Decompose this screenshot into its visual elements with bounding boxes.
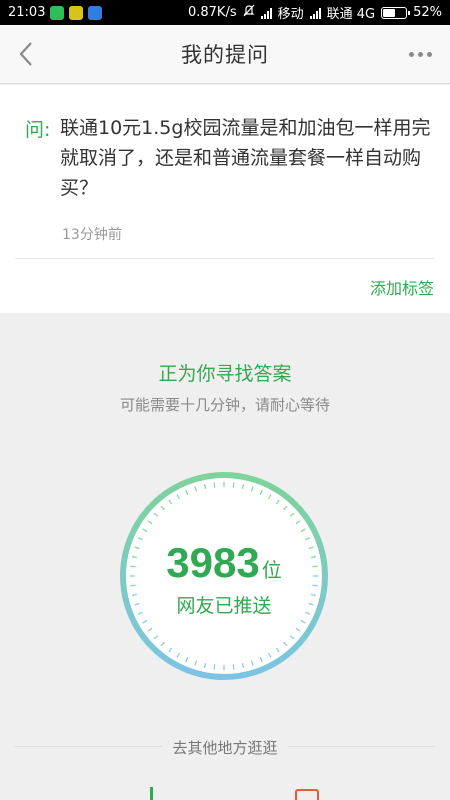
page-title: 我的提问 bbox=[181, 43, 269, 67]
chevron-left-icon bbox=[19, 42, 32, 66]
add-tag-link[interactable]: 添加标签 bbox=[370, 275, 434, 299]
elsewhere-section: 去其他地方逛逛 bbox=[0, 730, 450, 764]
carrier-2: 联通 4G bbox=[326, 7, 376, 22]
dial-tick bbox=[232, 664, 235, 670]
divider bbox=[15, 258, 435, 259]
dial-tick bbox=[232, 482, 235, 488]
app-green-icon bbox=[50, 5, 65, 20]
carrier-1: 移动 bbox=[277, 7, 304, 22]
push-caption: 网友已推送 bbox=[176, 595, 272, 617]
question-text: 联通10元1.5g校园流量是和加油包一样用完就取消了，还是和普通流量套餐一样自动… bbox=[60, 117, 431, 199]
mute-icon bbox=[243, 4, 255, 21]
question-time: 13分钟前 bbox=[62, 227, 122, 243]
push-count-unit: 位 bbox=[261, 558, 282, 582]
article-icon[interactable] bbox=[295, 789, 319, 800]
app-yellow-icon bbox=[69, 5, 84, 20]
divider-right bbox=[285, 746, 435, 747]
back-button[interactable] bbox=[6, 33, 46, 75]
question-prefix: 问: bbox=[25, 119, 51, 141]
elsewhere-label: 去其他地方逛逛 bbox=[162, 736, 288, 758]
signal-icon bbox=[260, 7, 272, 19]
question-card: 问: 联通10元1.5g校园流量是和加油包一样用完就取消了，还是和普通流量套餐一… bbox=[0, 85, 450, 313]
network-speed: 0.87K/s bbox=[187, 5, 237, 20]
battery-icon bbox=[381, 6, 411, 19]
explore-icon[interactable] bbox=[150, 787, 153, 800]
dial-tick bbox=[213, 482, 216, 488]
signal-icon-2 bbox=[309, 7, 321, 19]
more-button[interactable] bbox=[400, 33, 440, 75]
status-time: 21:03 bbox=[8, 5, 46, 20]
progress-dial: 3983 位 网友已推送 bbox=[117, 469, 331, 683]
dial-tick bbox=[213, 664, 216, 670]
divider-left bbox=[15, 746, 165, 747]
searching-title: 正为你寻找答案 bbox=[158, 363, 292, 385]
more-dots-icon bbox=[408, 51, 414, 57]
status-bar: 21:03 0.87K/s 移动 联通 4G 52% bbox=[0, 0, 450, 25]
nav-header: 我的提问 bbox=[0, 25, 450, 84]
push-count: 3983 bbox=[166, 539, 260, 586]
battery-percent: 52% bbox=[413, 5, 442, 20]
searching-subtitle: 可能需要十几分钟，请耐心等待 bbox=[119, 396, 330, 414]
app-shield-icon bbox=[88, 5, 103, 20]
